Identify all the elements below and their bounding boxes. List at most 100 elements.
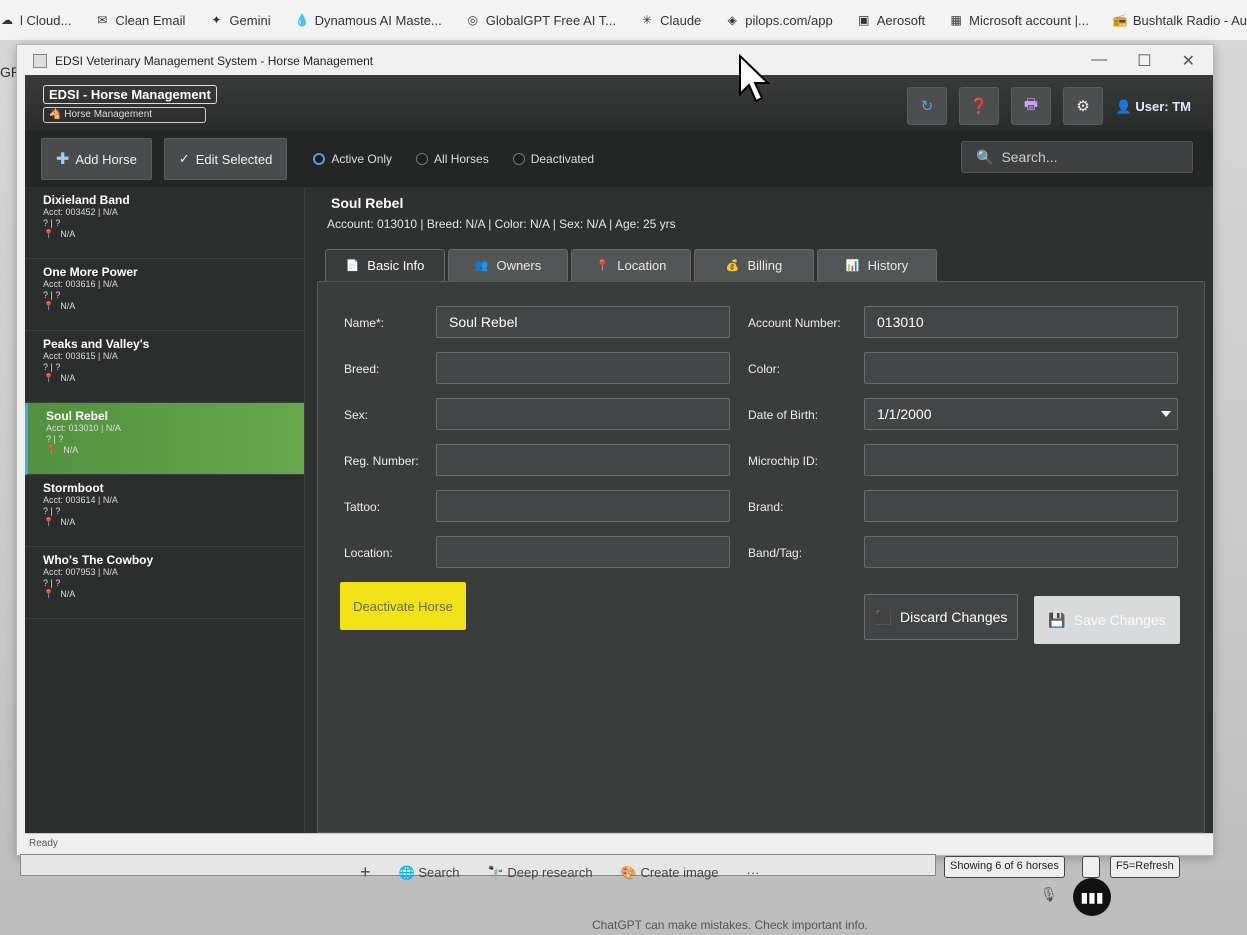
close-button[interactable]: ✕: [1182, 51, 1195, 71]
bookmark-item[interactable]: ▦ Microsoft account |...: [949, 12, 1089, 28]
tab-location[interactable]: 📍 Location: [571, 249, 691, 281]
voice-mode-button[interactable]: ▮▮▮: [1073, 878, 1111, 916]
microchip-id-field[interactable]: [864, 444, 1178, 476]
deactivate-horse-button[interactable]: Deactivate Horse: [340, 582, 466, 630]
bookmark-item[interactable]: ✉ Clean Email: [95, 13, 185, 28]
tab-label: Billing: [747, 258, 783, 273]
account-number-field[interactable]: 013010: [864, 306, 1178, 338]
tab-history[interactable]: 📊 History: [817, 249, 937, 281]
deep-research-button[interactable]: 🔭 Deep research: [488, 865, 593, 881]
tab-owners[interactable]: 👥 Owners: [448, 249, 568, 281]
horse-location-text: N/A: [60, 301, 76, 311]
color-field[interactable]: [864, 352, 1178, 384]
location-field[interactable]: [436, 536, 730, 568]
bookmark-item[interactable]: ◎ GlobalGPT Free AI T...: [466, 13, 617, 28]
brand-field[interactable]: [864, 490, 1178, 522]
location-pin-icon: 📍: [43, 589, 55, 599]
add-horse-button[interactable]: ✚ Add Horse: [41, 138, 152, 180]
search-input[interactable]: 🔍 Search...: [961, 141, 1193, 173]
horse-location: 📍 N/A: [43, 589, 286, 600]
horse-tags: ? | ?: [46, 434, 64, 444]
mouse-cursor-icon: [739, 54, 771, 103]
tab-label: Basic Info: [367, 258, 425, 273]
create-image-label: Create image: [640, 864, 719, 880]
microphone-icon[interactable]: 🎙: [1040, 886, 1058, 903]
field-label: Date of Birth:: [748, 408, 819, 422]
bookmark-label: l Cloud...: [20, 12, 72, 28]
bookmark-item[interactable]: 💧 Dynamous AI Maste...: [295, 13, 442, 28]
horse-account: Acct: 003615 | N/A: [43, 351, 118, 361]
filter-label: All Horses: [434, 152, 489, 166]
showing-count: Showing 6 of 6 horses: [944, 856, 1065, 878]
filter-active-only-radio[interactable]: Active Only: [313, 152, 392, 166]
horse-tags: ? | ?: [43, 218, 61, 228]
field-label: Breed:: [344, 362, 380, 376]
detail-tabs: 📄 Basic Info 👥 Owners 📍 Location 💰 Billing 📊 Hist…: [325, 249, 937, 281]
bookmark-label: Microsoft account |...: [969, 12, 1089, 28]
bookmark-label: Bushtalk Radio - Au...: [1132, 12, 1247, 28]
chevron-down-icon[interactable]: [1161, 411, 1171, 417]
horse-list-item[interactable]: One More Power Acct: 003616 | N/A? | ? 📍 N/…: [25, 259, 304, 331]
help-button[interactable]: ❓: [959, 87, 999, 125]
discard-changes-button[interactable]: ⬛ Discard Changes: [864, 594, 1018, 640]
print-button[interactable]: 🖶: [1011, 87, 1051, 125]
more-icon[interactable]: ···: [746, 865, 759, 880]
bookmark-item[interactable]: ◈ pilops.com/app: [725, 13, 833, 28]
document-icon: 📄: [345, 260, 360, 272]
horse-list-item[interactable]: Dixieland Band Acct: 003452 | N/A? | ? 📍 N/…: [25, 187, 304, 259]
bookmark-item[interactable]: ✦ Gemini: [209, 13, 270, 28]
horse-list-item[interactable]: Who's The Cowboy Acct: 007953 | N/A? | ? 📍…: [25, 547, 304, 619]
bookmark-label: Clean Email: [115, 12, 186, 28]
refresh-button[interactable]: ↻: [907, 87, 947, 125]
tattoo-field[interactable]: [436, 490, 730, 522]
minimize-button[interactable]: —: [1091, 51, 1107, 71]
refresh-icon: ↻: [920, 98, 934, 115]
location-pin-icon: 📍: [595, 260, 610, 272]
bookmark-item[interactable]: ☁ l Cloud...: [0, 13, 71, 28]
maximize-button[interactable]: ☐: [1137, 51, 1151, 71]
bookmarks-bar: ☁ l Cloud... ✉ Clean Email ✦ Gemini 💧 Dynamous …: [0, 0, 1247, 40]
horse-name: Who's The Cowboy: [43, 553, 154, 567]
floppy-disk-icon: 💾: [1048, 611, 1066, 628]
field-value: 1/1/2000: [877, 406, 932, 422]
sex-field[interactable]: [436, 398, 730, 430]
tab-basic-info[interactable]: 📄 Basic Info: [325, 249, 445, 281]
filter-all-horses-radio[interactable]: All Horses: [416, 152, 489, 166]
band-tag-field[interactable]: [864, 536, 1178, 568]
bookmark-item[interactable]: ▣ Aerosoft: [857, 13, 925, 28]
waveform-icon: ▮▮▮: [1080, 888, 1104, 905]
edit-selected-button[interactable]: ✓ Edit Selected: [163, 138, 288, 180]
horse-tags: ? | ?: [43, 506, 61, 516]
field-label: Microchip ID:: [748, 454, 819, 468]
bookmark-item[interactable]: ✳ Claude: [640, 13, 701, 28]
horse-list-item[interactable]: Soul Rebel Acct: 013010 | N/A? | ? 📍 N/A: [25, 403, 304, 475]
horse-location: 📍 N/A: [46, 445, 286, 456]
save-changes-button[interactable]: 💾 Save Changes: [1034, 596, 1180, 644]
horse-location-text: N/A: [60, 229, 76, 239]
filter-deactivated-radio[interactable]: Deactivated: [512, 152, 594, 166]
pilops-icon: ◈: [727, 13, 737, 27]
create-image-button[interactable]: 🎨 Create image: [621, 865, 719, 881]
horse-name: Dixieland Band: [43, 193, 130, 207]
horse-list-item[interactable]: Peaks and Valley's Acct: 003615 | N/A? | …: [25, 331, 304, 403]
owners-icon: 👥: [474, 260, 489, 272]
horse-list-item[interactable]: Stormboot Acct: 003614 | N/A? | ? 📍 N/A: [25, 475, 304, 547]
window-title: EDSI Veterinary Management System - Hors…: [55, 54, 374, 68]
radio-circle-icon: [512, 153, 525, 165]
date-of-birth-field[interactable]: 1/1/2000: [864, 398, 1178, 430]
settings-button[interactable]: ⚙: [1063, 87, 1103, 125]
checkmark-icon: ✓: [178, 151, 190, 166]
name-field[interactable]: Soul Rebel: [436, 306, 730, 338]
plus-icon[interactable]: +: [360, 862, 371, 883]
save-label: Save Changes: [1073, 612, 1166, 628]
chat-search-button[interactable]: 🌐 Search: [399, 865, 460, 881]
breed-field[interactable]: [436, 352, 730, 384]
field-label: Sex:: [344, 408, 369, 422]
bookmark-item[interactable]: 📻 Bushtalk Radio - Au...: [1113, 13, 1247, 28]
discard-icon: ⬛: [874, 608, 893, 625]
chat-search-label: Search: [418, 864, 460, 880]
reg-number-field[interactable]: [436, 444, 730, 476]
tab-billing[interactable]: 💰 Billing: [694, 249, 814, 281]
microsoft-icon: ▦: [950, 13, 962, 27]
globe-icon: 🌐: [398, 864, 415, 880]
